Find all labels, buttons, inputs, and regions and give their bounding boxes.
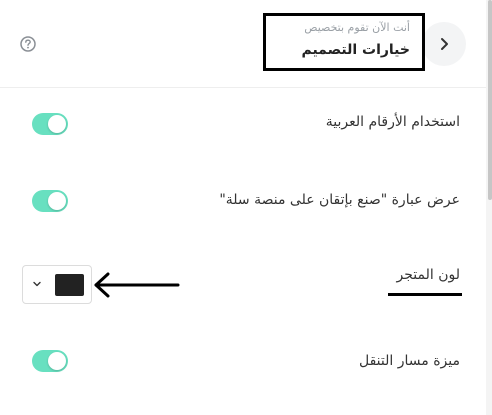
scrollbar-thumb[interactable]	[488, 0, 492, 200]
toggle-knob	[48, 115, 66, 133]
setting-label-breadcrumbs: ميزة مسار التنقل	[359, 353, 460, 369]
setting-label-store-color: لون المتجر	[396, 267, 460, 283]
toggle-knob	[48, 352, 66, 370]
question-circle-icon[interactable]	[19, 35, 37, 53]
arrow-left-icon	[94, 272, 180, 298]
page-heading: أنت الآن تقوم بتخصيص خيارات التصميم	[263, 13, 425, 71]
page-title: خيارات التصميم	[301, 42, 410, 58]
toggle-knob	[48, 192, 66, 210]
toggle-arabic-numerals[interactable]	[32, 113, 68, 135]
label-underline-annotation	[388, 293, 462, 296]
setting-label-made-by-salla: عرض عبارة "صنع بإتقان على منصة سلة"	[219, 192, 460, 208]
chevron-down-icon	[33, 281, 41, 287]
back-button[interactable]	[422, 22, 466, 66]
color-swatch	[55, 274, 84, 296]
setting-label-arabic-numerals: استخدام الأرقام العربية	[325, 114, 460, 130]
chevron-right-icon	[441, 38, 448, 50]
toggle-made-by-salla[interactable]	[32, 190, 68, 212]
store-color-picker[interactable]	[22, 265, 92, 304]
customizer-panel: أنت الآن تقوم بتخصيص خيارات التصميم استخ…	[0, 0, 486, 415]
panel-header: أنت الآن تقوم بتخصيص خيارات التصميم	[0, 0, 486, 88]
toggle-breadcrumbs[interactable]	[32, 350, 68, 372]
page-subtitle: أنت الآن تقوم بتخصيص	[304, 21, 410, 34]
